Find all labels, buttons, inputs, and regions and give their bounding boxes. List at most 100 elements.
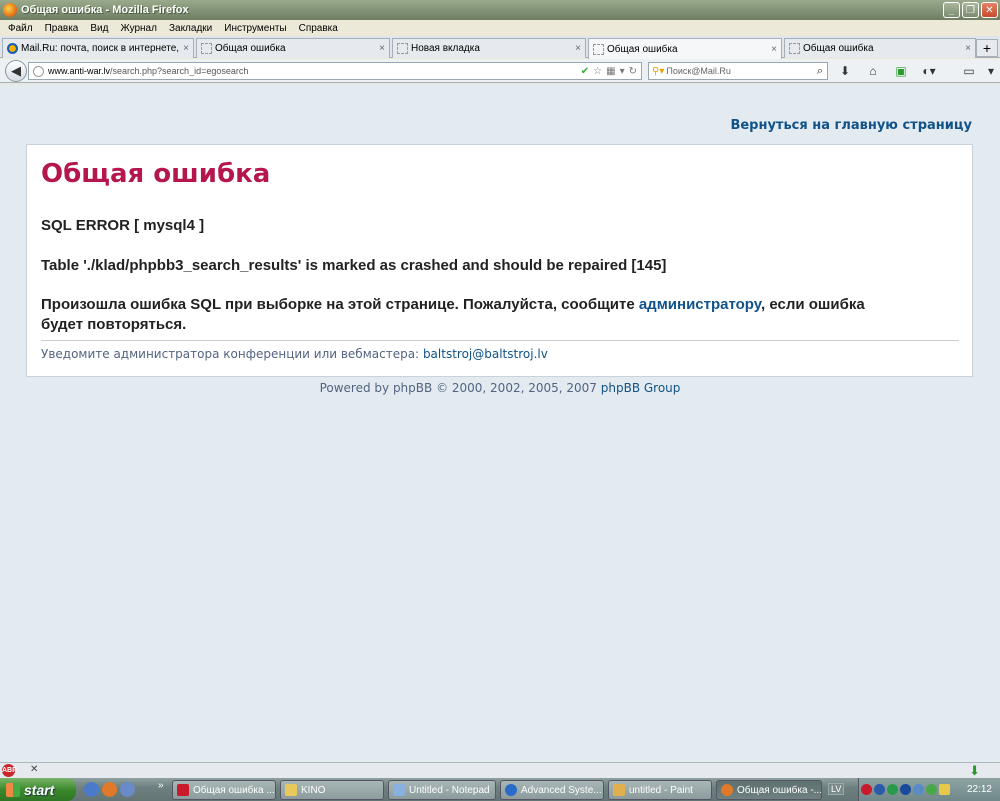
minimize-button[interactable]: _ xyxy=(943,2,960,18)
tray-network-icon[interactable] xyxy=(900,784,911,795)
task-firefox-general-error[interactable]: Общая ошибка -... xyxy=(716,780,822,800)
tab-label: Mail.Ru: почта, поиск в интернете, но... xyxy=(21,43,179,54)
start-button[interactable]: start xyxy=(0,778,76,801)
administrator-link[interactable]: администратору xyxy=(639,296,761,313)
window-title: Общая ошибка - Mozilla Firefox xyxy=(21,4,189,16)
search-engine-icon[interactable]: ⚲▾ xyxy=(652,66,664,77)
page-footer: Powered by phpBB © 2000, 2002, 2005, 200… xyxy=(0,381,1000,395)
panel-icon[interactable]: ▭ xyxy=(960,63,978,79)
menu-view[interactable]: Вид xyxy=(84,23,114,34)
reload-icon[interactable]: ↻ xyxy=(629,66,637,77)
sql-message-line2: будет повторяться. xyxy=(41,316,187,333)
url-text[interactable]: www.anti-war.lv/search.php?search_id=ego… xyxy=(48,66,581,76)
advanced-system-icon xyxy=(505,784,517,796)
tray-app-icon[interactable] xyxy=(913,784,924,795)
tray-app-icon[interactable] xyxy=(887,784,898,795)
tray-app-icon[interactable] xyxy=(861,784,872,795)
url-domain: www.anti-war.lv xyxy=(48,66,111,76)
url-bar-icons: ✔ ☆ ▦ ▾ ↻ xyxy=(581,66,641,77)
tab-label: Общая ошибка xyxy=(607,43,678,55)
tab-close-icon[interactable]: × xyxy=(961,43,975,54)
mail-ru-favicon-icon xyxy=(7,43,18,54)
tab-new-tab[interactable]: Новая вкладка × xyxy=(392,38,586,58)
tab-label: Новая вкладка xyxy=(411,43,480,54)
task-paint[interactable]: untitled - Paint xyxy=(608,780,712,800)
downloads-icon[interactable]: ▣ xyxy=(892,63,910,79)
search-bar[interactable]: ⚲▾ Поиск@Mail.Ru ⌕ xyxy=(648,62,828,80)
table-crashed-message: Table './klad/phpbb3_search_results' is … xyxy=(41,257,667,274)
tray-app-icon[interactable] xyxy=(874,784,885,795)
home-link[interactable]: Вернуться на главную страницу xyxy=(730,118,972,133)
check-icon[interactable]: ✔ xyxy=(581,66,589,77)
sql-error-message: Произошла ошибка SQL при выборке на этой… xyxy=(41,295,961,335)
tray-app-icon[interactable] xyxy=(926,784,937,795)
dropdown-icon[interactable]: ▾ xyxy=(620,66,625,77)
quicklaunch-firefox-icon[interactable] xyxy=(102,782,117,797)
overflow-menu-icon[interactable]: ▾ xyxy=(982,63,1000,79)
addon-bar: ABP ✕ ⬇ xyxy=(0,762,1000,778)
task-notepad[interactable]: Untitled - Notepad xyxy=(388,780,496,800)
tab-mail-ru[interactable]: Mail.Ru: почта, поиск в интернете, но...… xyxy=(2,38,194,58)
window-titlebar: Общая ошибка - Mozilla Firefox _ ❐ ✕ xyxy=(0,0,1000,20)
window-controls: _ ❐ ✕ xyxy=(943,2,998,18)
menu-tools[interactable]: Инструменты xyxy=(218,23,292,34)
footer-text: Powered by phpBB © 2000, 2002, 2005, 200… xyxy=(319,381,597,395)
quicklaunch-app-icon[interactable] xyxy=(120,782,135,797)
back-arrow-icon: ◀ xyxy=(11,63,21,78)
globe-icon xyxy=(33,65,44,77)
blank-favicon-icon xyxy=(397,43,408,54)
tab-label: Общая ошибка xyxy=(803,43,874,54)
quicklaunch-overflow-icon[interactable]: » xyxy=(158,780,164,791)
firefox-icon xyxy=(721,784,733,796)
menu-help[interactable]: Справка xyxy=(293,23,344,34)
tab-close-icon[interactable]: × xyxy=(375,43,389,54)
url-bar[interactable]: www.anti-war.lv/search.php?search_id=ego… xyxy=(28,62,642,80)
tab-general-error-active[interactable]: Общая ошибка × xyxy=(588,38,782,59)
star-icon[interactable]: ☆ xyxy=(593,66,602,77)
tab-close-icon[interactable]: × xyxy=(767,44,781,55)
restore-button[interactable]: ❐ xyxy=(962,2,979,18)
qr-icon[interactable]: ▦ xyxy=(606,66,615,77)
sql-message-text: Произошла ошибка SQL при выборке на этой… xyxy=(41,296,635,313)
task-advanced-system[interactable]: Advanced Syste... xyxy=(500,780,604,800)
download-status-icon[interactable]: ⬇ xyxy=(969,763,980,779)
menu-bookmarks[interactable]: Закладки xyxy=(163,23,218,34)
task-general-error[interactable]: Общая ошибка ... xyxy=(172,780,276,800)
menu-history[interactable]: Журнал xyxy=(114,23,163,34)
language-indicator[interactable]: LV xyxy=(828,783,845,795)
search-input[interactable]: Поиск@Mail.Ru xyxy=(666,66,816,76)
task-label: Untitled - Notepad xyxy=(409,784,490,796)
blank-favicon-icon xyxy=(593,43,604,55)
notify-line: Уведомите администратора конференции или… xyxy=(41,347,548,361)
addon-menu-icon[interactable]: ◐▾ xyxy=(920,63,938,79)
menu-file[interactable]: Файл xyxy=(2,23,39,34)
task-label: KINO xyxy=(301,784,326,796)
tab-close-icon[interactable]: × xyxy=(571,43,585,54)
navigation-toolbar: ◀ www.anti-war.lv/search.php?search_id=e… xyxy=(0,59,1000,83)
paint-icon xyxy=(613,784,625,796)
task-kino-folder[interactable]: KINO xyxy=(280,780,384,800)
task-label: untitled - Paint xyxy=(629,784,693,796)
close-button[interactable]: ✕ xyxy=(981,2,998,18)
home-icon[interactable]: ⌂ xyxy=(864,63,882,79)
blank-favicon-icon xyxy=(201,43,212,54)
phpbb-group-link[interactable]: phpBB Group xyxy=(601,381,681,395)
tab-label: Общая ошибка xyxy=(215,43,286,54)
download-arrow-icon[interactable]: ⬇ xyxy=(836,63,854,79)
admin-email-link[interactable]: baltstroj@baltstroj.lv xyxy=(423,347,548,361)
menu-edit[interactable]: Правка xyxy=(39,23,85,34)
back-button[interactable]: ◀ xyxy=(5,60,27,82)
system-tray: 22:12 xyxy=(858,778,1000,801)
error-title: Общая ошибка xyxy=(41,159,271,189)
quicklaunch-ie-icon[interactable] xyxy=(84,782,99,797)
new-tab-button[interactable]: + xyxy=(976,39,998,57)
adblock-icon[interactable]: ABP xyxy=(2,764,17,777)
close-addon-bar-icon[interactable]: ✕ xyxy=(30,764,38,775)
tab-general-error-1[interactable]: Общая ошибка × xyxy=(196,38,390,58)
firefox-icon xyxy=(3,3,17,17)
tab-close-icon[interactable]: × xyxy=(179,43,193,54)
magnifier-icon[interactable]: ⌕ xyxy=(817,65,823,78)
tray-app-icon[interactable] xyxy=(939,784,950,795)
notify-text: Уведомите администратора конференции или… xyxy=(41,347,420,361)
tab-general-error-3[interactable]: Общая ошибка × xyxy=(784,38,976,58)
